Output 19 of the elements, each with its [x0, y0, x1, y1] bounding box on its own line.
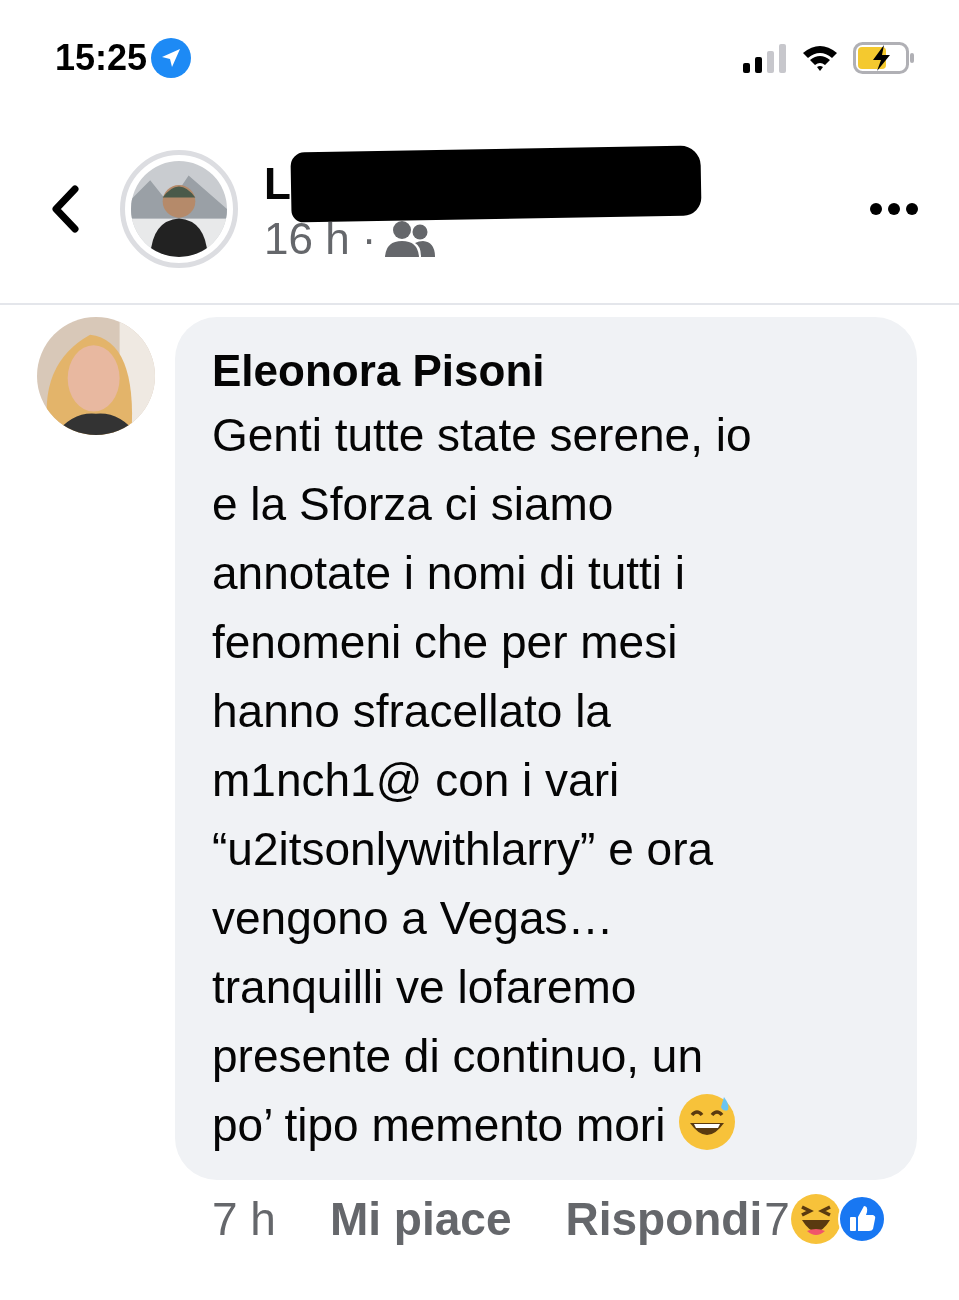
commenter-name[interactable]: Eleonora Pisoni — [212, 341, 887, 401]
friends-icon — [384, 219, 435, 259]
laughing-emoji-icon — [789, 1193, 842, 1245]
avatar-ring[interactable] — [120, 150, 238, 268]
signal-icon — [743, 42, 787, 73]
back-icon[interactable] — [50, 185, 80, 233]
reply-link[interactable]: Rispondi — [565, 1192, 763, 1246]
post-time: 16 h · — [264, 214, 377, 264]
reaction-count: 7 — [764, 1192, 790, 1246]
battery-charging-icon — [853, 41, 915, 74]
comment-time: 7 h — [212, 1192, 276, 1246]
like-link[interactable]: Mi piace — [329, 1192, 512, 1246]
comment-text: Genti tutte state serene, io e la Sforza ci siamo annotate i nomi di tutti i fenomeni che per mesi hanno sfracellato la m1nch1@ con i vari “u2itsonlywithlarry” e ora vengono a Vegas… tranquilli ve lofaremo presente di continuo, un po’ tipo memento mori — [212, 408, 753, 1153]
more-icon[interactable] — [869, 202, 919, 216]
author-name[interactable]: L — [264, 159, 291, 209]
status-time: 15:25 — [55, 36, 148, 79]
location-icon — [151, 37, 192, 78]
thumbs-up-icon — [837, 1195, 886, 1243]
sweat-smile-emoji-icon — [678, 1093, 737, 1151]
